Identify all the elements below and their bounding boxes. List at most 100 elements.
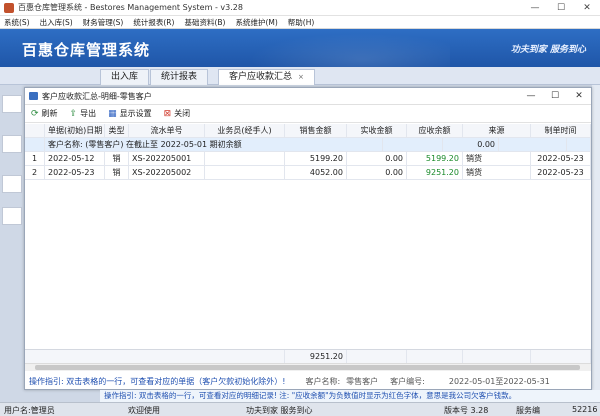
row-index: 1 (25, 152, 45, 166)
minimize-icon[interactable]: — (519, 91, 543, 101)
brand-slogan: 功夫到家 服务到心 (510, 45, 586, 55)
maximize-icon[interactable]: ☐ (543, 91, 567, 101)
dialog-footer: 操作指引: 双击表格的一行，可查看对应的单据（客户欠款初始化除外）! 客户名称:… (25, 373, 591, 390)
header-serial[interactable]: 流水单号 (129, 124, 205, 138)
export-label: 导出 (80, 109, 97, 118)
status-bar: 用户名:管理员 欢迎使用 功夫到家 服务到心 版本号 3.28 服务编 5221… (0, 402, 600, 416)
app-title: 百惠仓库管理系统 - Bestores Management System - … (18, 3, 243, 12)
app-logo-icon (4, 2, 14, 13)
header-sales[interactable]: 销售金额 (285, 124, 347, 138)
menu-finance[interactable]: 财务管理(S) (83, 17, 124, 28)
tab-receivables[interactable]: 客户应收款汇总 × (218, 69, 315, 85)
menu-help[interactable]: 帮助(H) (288, 17, 315, 28)
tab-reports-label: 统计报表 (161, 72, 198, 82)
minimize-icon[interactable]: — (522, 3, 548, 13)
row-received: 0.00 (347, 152, 407, 166)
summary-created (531, 350, 591, 364)
header-received[interactable]: 实收金额 (347, 124, 407, 138)
menu-reports[interactable]: 统计报表(R) (133, 17, 174, 28)
menu-system[interactable]: 系统(S) (4, 17, 30, 28)
header-index (25, 124, 45, 138)
close-icon[interactable]: ✕ (567, 91, 591, 101)
refresh-label: 刷新 (41, 109, 58, 118)
status-service-no: 52216 (572, 405, 598, 414)
tab-strip: 出入库 统计报表 客户应收款汇总 × (0, 67, 600, 85)
table-header: 单据(初始)日期 类型 流水单号 业务员(经手人) 销售金额 实收金额 应收余额… (25, 124, 591, 138)
nav-tile[interactable] (2, 95, 22, 113)
header-date[interactable]: 单据(初始)日期 (45, 124, 105, 138)
tab-close-icon[interactable]: × (298, 73, 304, 81)
nav-tile[interactable] (2, 135, 22, 153)
row-sales: 5199.20 (285, 152, 347, 166)
window-controls: — ☐ ✕ (522, 3, 600, 13)
tab-inout[interactable]: 出入库 (100, 69, 150, 85)
banner-decoration (230, 29, 450, 67)
close-icon[interactable]: ✕ (574, 3, 600, 13)
header-type[interactable]: 类型 (105, 124, 129, 138)
opening-balance: 0.00 (443, 138, 499, 152)
status-version: 版本号 3.28 (444, 406, 489, 415)
summary-source (463, 350, 531, 364)
row-created: 2022-05-23 (531, 166, 591, 180)
app-titlebar: 百惠仓库管理系统 - Bestores Management System - … (0, 0, 600, 16)
header-balance[interactable]: 应收余额 (407, 124, 463, 138)
refresh-icon: ⟳ (31, 108, 39, 119)
row-index: 2 (25, 166, 45, 180)
row-date: 2022-05-12 (45, 152, 105, 166)
export-icon: ⇪ (69, 108, 78, 119)
status-welcome: 欢迎使用 (128, 406, 160, 415)
customer-name-value: 零售客户 (346, 377, 379, 386)
settings-icon: ▦ (108, 108, 117, 119)
close-x-icon: ⊠ (163, 108, 172, 119)
opening-created (567, 138, 591, 152)
dialog-toolbar: ⟳ 刷新 ⇪ 导出 ▦ 显示设置 ⊠ 关闭 (25, 105, 591, 123)
brand-title: 百惠仓库管理系统 (22, 41, 151, 59)
row-index (25, 138, 45, 152)
nav-tile[interactable] (2, 175, 22, 193)
close-button[interactable]: ⊠ 关闭 (164, 108, 191, 119)
dialog-icon (29, 92, 38, 100)
row-type: 销 (105, 166, 129, 180)
right-panel (592, 85, 600, 397)
menu-basedata[interactable]: 基础资料(B) (184, 17, 225, 28)
display-settings-label: 显示设置 (119, 109, 152, 118)
summary-spacer (25, 350, 285, 364)
export-button[interactable]: ⇪ 导出 (70, 108, 97, 119)
status-service-no-label: 服务编 (516, 406, 540, 415)
table-row[interactable]: 1 2022-05-12 销 XS-202205001 5199.20 0.00… (25, 152, 591, 166)
tab-receivables-label: 客户应收款汇总 (229, 72, 293, 82)
menu-inout[interactable]: 出入库(S) (40, 17, 73, 28)
row-serial: XS-202205001 (129, 152, 205, 166)
row-type: 销 (105, 152, 129, 166)
header-staff[interactable]: 业务员(经手人) (205, 124, 285, 138)
tab-inout-label: 出入库 (111, 72, 139, 82)
summary-row: 9251.20 (25, 349, 591, 364)
customer-name-label: 客户名称: (305, 377, 341, 386)
maximize-icon[interactable]: ☐ (548, 3, 574, 13)
opening-balance-row[interactable]: 客户名称: (零售客户) 在截止至 2022-05-01 期初余额 0.00 (25, 138, 591, 152)
footer-guide: 操作指引: 双击表格的一行，可查看对应的单据（客户欠款初始化除外）! (29, 377, 286, 386)
table-row[interactable]: 2 2022-05-23 销 XS-202205002 4052.00 0.00… (25, 166, 591, 180)
customer-code-label: 客户编号: (390, 377, 425, 386)
header-banner: 百惠仓库管理系统 功夫到家 服务到心 (0, 29, 600, 67)
menu-bar: 系统(S) 出入库(S) 财务管理(S) 统计报表(R) 基础资料(B) 系统维… (0, 16, 600, 29)
opening-source (499, 138, 567, 152)
horizontal-scrollbar[interactable] (25, 363, 591, 371)
summary-received (347, 350, 407, 364)
receivables-dialog: 客户应收款汇总-明细-零售客户 — ☐ ✕ ⟳ 刷新 ⇪ 导出 ▦ 显示设置 ⊠… (24, 87, 592, 390)
close-label: 关闭 (174, 109, 191, 118)
row-received: 0.00 (347, 166, 407, 180)
dialog-title: 客户应收款汇总-明细-零售客户 (42, 91, 152, 101)
header-source[interactable]: 来源 (463, 124, 531, 138)
date-range: 2022-05-01至2022-05-31 (448, 377, 550, 386)
opening-received (383, 138, 443, 152)
scrollbar-thumb[interactable] (35, 365, 580, 370)
row-source: 销货 (463, 166, 531, 180)
header-created[interactable]: 制单时间 (531, 124, 591, 138)
menu-maintenance[interactable]: 系统维护(M) (235, 17, 277, 28)
tab-reports[interactable]: 统计报表 (150, 69, 209, 85)
nav-tile[interactable] (2, 207, 22, 225)
opening-label: 客户名称: (零售客户) 在截止至 2022-05-01 期初余额 (45, 138, 383, 152)
refresh-button[interactable]: ⟳ 刷新 (31, 108, 58, 119)
display-settings-button[interactable]: ▦ 显示设置 (108, 108, 152, 119)
